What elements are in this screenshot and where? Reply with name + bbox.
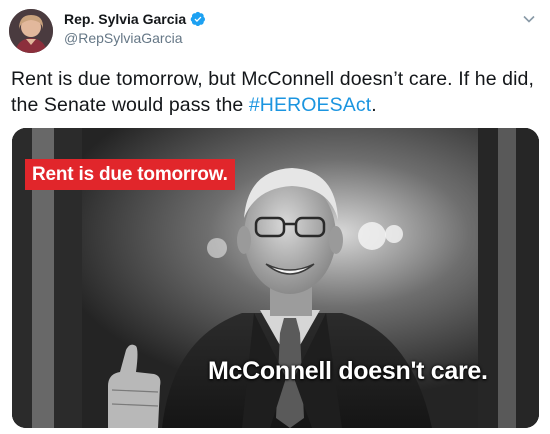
author-block: Rep. Sylvia Garcia @RepSylviaGarcia [64,10,206,47]
tweet-text: Rent is due tomorrow, but McConnell does… [11,66,541,118]
avatar-photo [9,9,53,53]
tweet-card[interactable]: Rep. Sylvia Garcia @RepSylviaGarcia Rent… [0,0,550,434]
avatar[interactable] [9,9,53,53]
caption-bottom: McConnell doesn't care. [208,357,488,385]
caption-top: Rent is due tomorrow. [25,159,235,190]
hashtag-link[interactable]: #HEROESAct [249,94,371,116]
tweet-media-photo[interactable]: Rent is due tomorrow. McConnell doesn't … [12,128,539,428]
user-handle[interactable]: @RepSylviaGarcia [64,29,206,47]
tweet-text-end: . [371,94,377,116]
verified-badge-icon [190,11,206,27]
chevron-down-icon[interactable] [520,10,538,28]
display-name[interactable]: Rep. Sylvia Garcia [64,10,186,28]
